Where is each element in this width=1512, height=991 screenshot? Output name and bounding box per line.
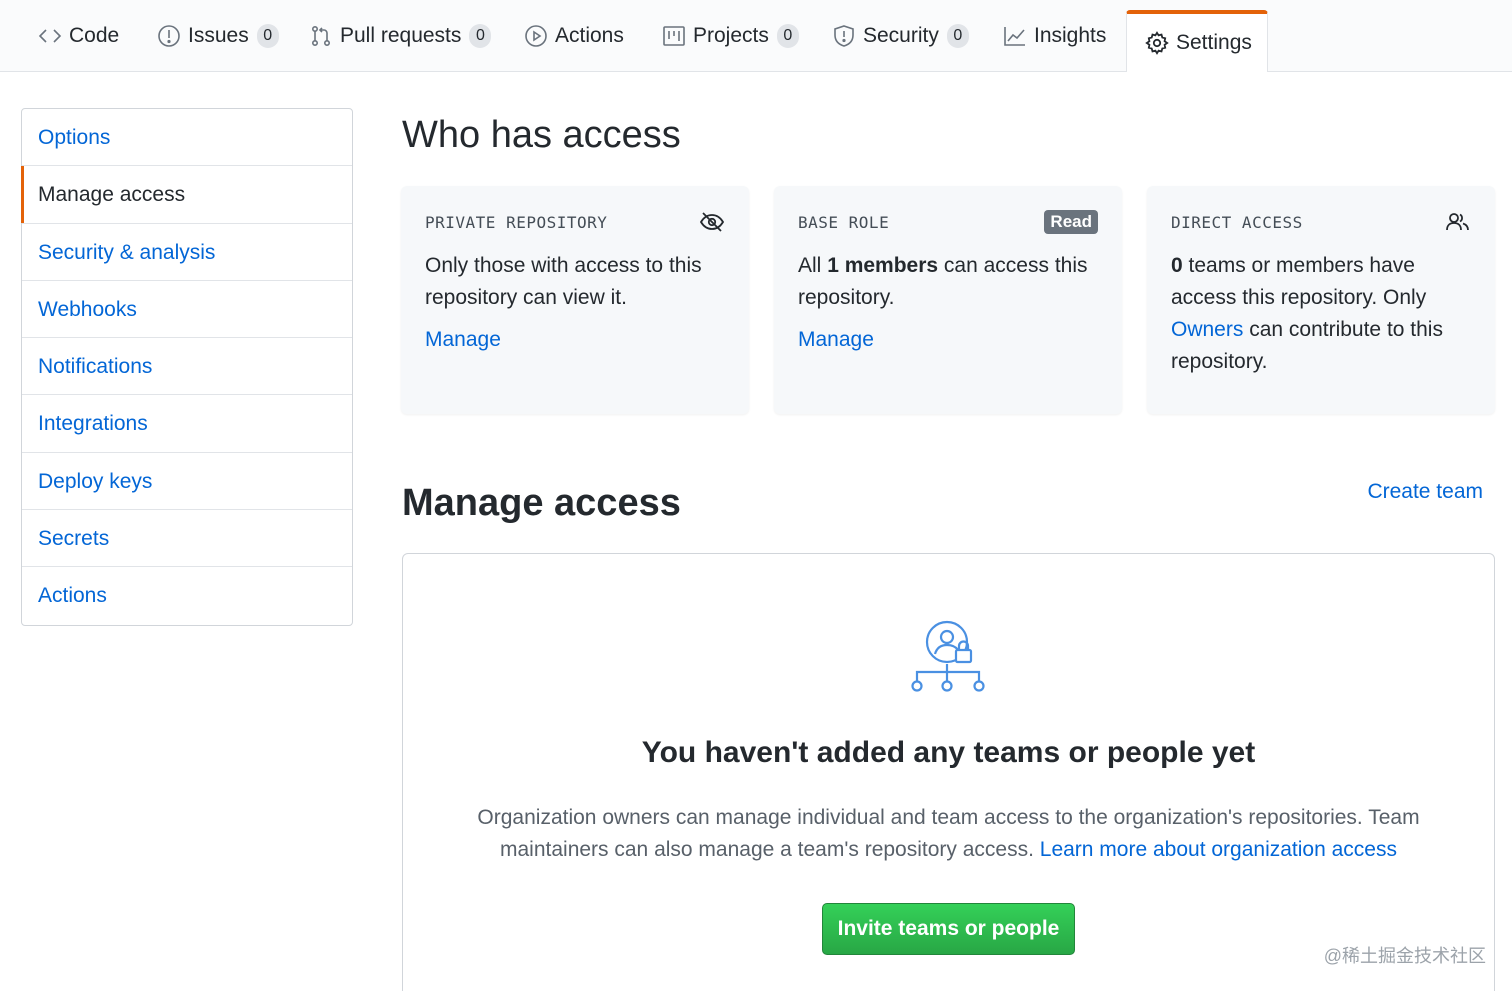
counter-badge: 0 [946,24,969,48]
sidebar-item-options[interactable]: Options [22,109,352,167]
counter-badge: 0 [469,24,492,48]
blank-state-description: Organization owners can manage individua… [463,802,1434,866]
project-icon [662,24,686,48]
tab-label: Issues [188,24,249,47]
eye-closed-icon [699,210,725,239]
sidebar-item-deploy-keys[interactable]: Deploy keys [22,453,352,511]
private-repository-card: PRIVATE REPOSITORY Only those with acces… [401,186,749,414]
shield-icon [832,24,856,48]
sidebar-item-actions[interactable]: Actions [22,567,352,624]
watermark: @稀土掘金技术社区 [1323,946,1486,966]
sidebar-item-security-analysis[interactable]: Security & analysis [22,224,352,281]
card-label: PRIVATE REPOSITORY [425,213,608,232]
tab-label: Settings [1176,31,1252,54]
manage-access-heading: Manage access [402,482,681,524]
settings-sidebar: Options Manage access Security & analysi… [21,108,353,626]
people-icon [1445,210,1471,239]
counter-badge: 0 [256,24,279,48]
issue-icon [157,24,181,48]
play-icon [524,24,548,48]
code-icon [38,24,62,48]
card-description: 0 teams or members have access this repo… [1171,250,1471,378]
direct-access-card: DIRECT ACCESS 0 teams or members have ac… [1147,186,1495,414]
who-has-access-heading: Who has access [402,114,681,156]
create-team-link[interactable]: Create team [1367,480,1483,504]
tab-label: Actions [555,24,624,47]
text-part-1: teams or members have access this reposi… [1171,254,1427,309]
sidebar-item-secrets[interactable]: Secrets [22,510,352,568]
tab-settings[interactable]: Settings [1126,10,1268,72]
tab-label: Code [69,24,120,47]
members-count: 1 members [827,254,939,277]
tab-label: Projects [693,24,769,47]
counter-badge: 0 [776,24,799,48]
card-label: DIRECT ACCESS [1171,213,1303,232]
tab-security[interactable]: Security 0 [832,0,969,72]
pull-request-icon [309,24,333,48]
tab-actions[interactable]: Actions [524,0,624,72]
blank-state-panel: You haven't added any teams or people ye… [402,553,1495,991]
owners-link[interactable]: Owners [1171,318,1243,341]
direct-count: 0 [1171,254,1183,277]
base-role-card: BASE ROLE Read All 1 members can access … [774,186,1122,414]
sidebar-item-integrations[interactable]: Integrations [22,395,352,453]
role-badge: Read [1044,210,1098,234]
card-description: Only those with access to this repositor… [425,254,702,309]
tab-insights[interactable]: Insights [1003,0,1106,72]
sidebar-item-notifications[interactable]: Notifications [22,338,352,396]
tab-projects[interactable]: Projects 0 [662,0,799,72]
invite-teams-or-people-button[interactable]: Invite teams or people [822,903,1075,955]
gear-icon [1145,31,1169,55]
tab-label: Security [863,24,939,47]
sidebar-item-manage-access[interactable]: Manage access [21,166,352,224]
text-prefix: All [798,254,828,277]
sidebar-item-webhooks[interactable]: Webhooks [22,281,352,339]
card-description: All 1 members can access this repository… [798,250,1098,314]
tab-issues[interactable]: Issues 0 [157,0,279,72]
learn-more-link[interactable]: Learn more about organization access [1040,838,1397,861]
graph-icon [1003,24,1027,48]
team-lock-icon [909,620,989,701]
manage-visibility-link[interactable]: Manage [425,328,725,352]
tab-code[interactable]: Code [38,0,119,72]
tab-pull-requests[interactable]: Pull requests 0 [309,0,492,72]
repo-tab-bar: Code Issues 0 Pull requests 0 Actions Pr… [0,0,1512,72]
blank-state-heading: You haven't added any teams or people ye… [641,736,1256,769]
tab-label: Pull requests [340,24,462,47]
tab-label: Insights [1034,24,1107,47]
manage-base-role-link[interactable]: Manage [798,328,1098,352]
